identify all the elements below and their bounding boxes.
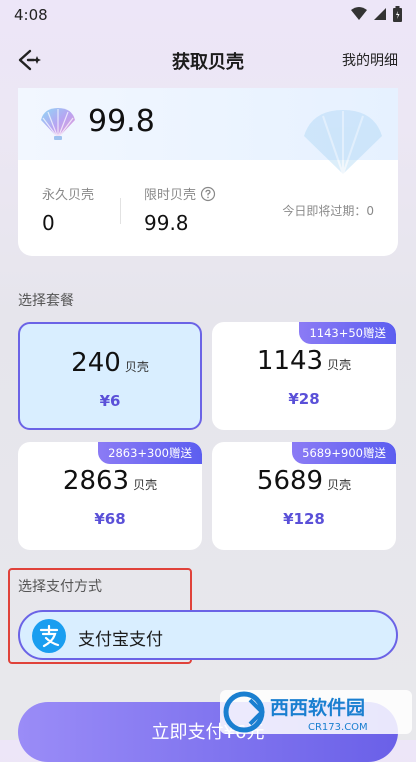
battery-icon [393,6,402,22]
signal-icon [374,8,386,20]
package-unit: 贝壳 [124,360,149,374]
package-option-1143[interactable]: 1143+50赠送 1143 贝壳 ¥28 [212,322,396,430]
status-icons [351,6,402,22]
payment-section-label: 选择支付方式 [18,579,102,595]
help-icon[interactable] [200,186,216,202]
bonus-badge: 2863+300赠送 [98,442,202,464]
bonus-badge: 5689+900赠送 [292,442,396,464]
package-unit: 贝壳 [327,358,352,372]
my-details-link[interactable]: 我的明细 [342,50,398,70]
package-amount-value: 5689 [256,466,324,496]
wifi-icon [351,7,367,20]
package-option-2863[interactable]: 2863+300赠送 2863 贝壳 ¥68 [18,442,202,550]
balance-header: 99.8 [18,88,398,175]
permanent-shells: 永久贝壳 0 [42,184,94,235]
status-bar: 4:08 [0,0,416,30]
package-price: ¥68 [94,510,126,528]
shell-decoration-icon [304,110,382,175]
package-price: ¥28 [288,390,320,408]
package-unit: 贝壳 [327,478,352,492]
package-amount-value: 2863 [62,466,130,496]
alipay-glyph-icon [39,624,60,648]
package-amount: 240 贝壳 [20,348,200,378]
payment-method-label: 支付宝支付 [78,630,163,650]
limited-shells: 限时贝壳 99.8 [144,184,216,235]
package-amount: 5689 贝壳 [212,466,396,496]
limited-shells-value: 99.8 [144,211,189,235]
shell-icon [41,108,75,140]
expiring-today: 今日即将过期：0 [282,202,374,219]
package-amount-value: 240 [71,348,121,378]
permanent-shells-label: 永久贝壳 [42,188,95,203]
stat-divider [120,198,121,224]
expiring-label: 今日即将过期： [282,204,367,218]
watermark-text-bottom: CR173.COM [308,722,368,733]
package-section-label: 选择套餐 [18,293,74,309]
nav-bar: 获取贝壳 我的明细 [0,38,416,82]
package-price: ¥6 [99,392,121,410]
alipay-option[interactable]: 支付宝支付 [18,610,398,660]
expiring-value: 0 [366,204,374,218]
package-amount-value: 1143 [256,346,324,376]
limited-shells-label: 限时贝壳 [144,188,197,203]
package-amount: 2863 贝壳 [18,466,202,496]
package-amount: 1143 贝壳 [212,346,396,376]
watermark-text-top: 西西软件园 [270,696,365,719]
site-watermark-logo: 西西软件园 CR173.COM [220,690,412,734]
balance-value: 99.8 [88,104,155,139]
package-unit: 贝壳 [133,478,158,492]
limited-shells-label-row: 限时贝壳 [144,184,216,203]
balance-card: 99.8 永久贝壳 0 限时贝壳 99.8 今日即将过期：0 [18,88,398,256]
package-price: ¥128 [283,510,325,528]
package-option-5689[interactable]: 5689+900赠送 5689 贝壳 ¥128 [212,442,396,550]
bonus-badge: 1143+50赠送 [299,322,396,344]
permanent-shells-value: 0 [42,211,55,235]
alipay-icon [32,619,66,653]
package-option-240[interactable]: 240 贝壳 ¥6 [18,322,202,430]
status-time: 4:08 [14,6,48,24]
